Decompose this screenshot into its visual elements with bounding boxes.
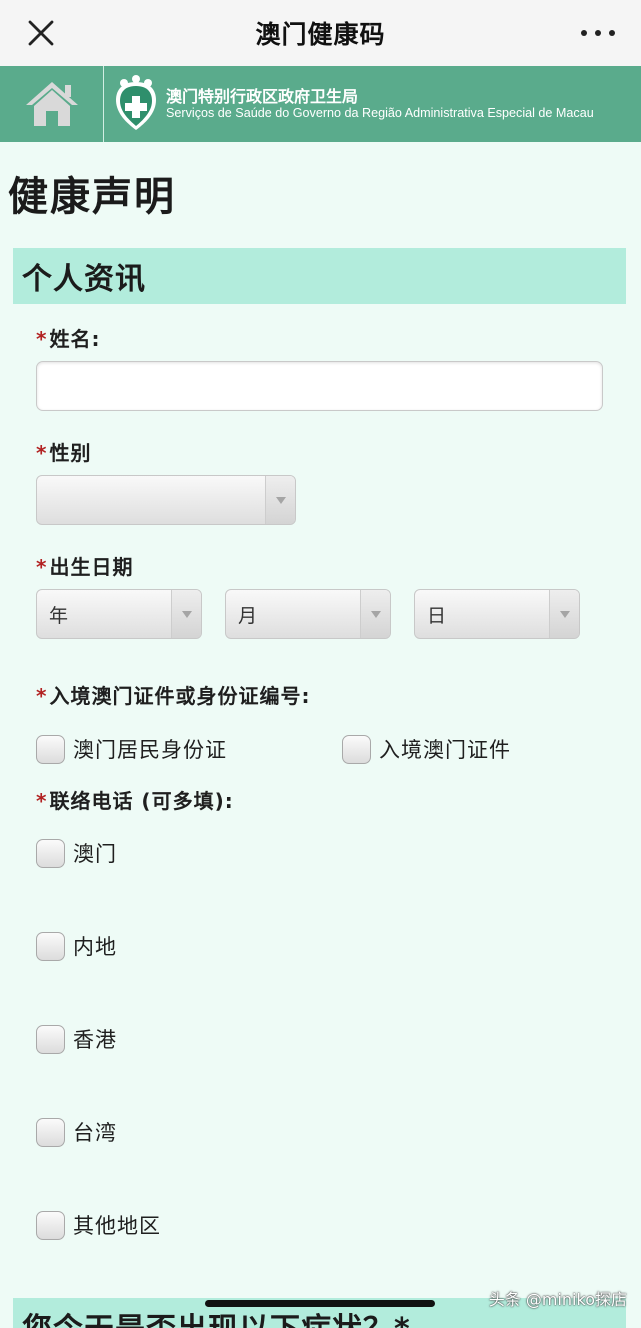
required-marker: * bbox=[36, 789, 48, 813]
birth-day-select[interactable]: 日 bbox=[414, 589, 580, 639]
government-header: 澳门特别行政区政府卫生局 Serviços de Saúde do Govern… bbox=[0, 66, 641, 142]
name-label: * 姓名: bbox=[36, 323, 100, 352]
checkbox[interactable] bbox=[36, 838, 65, 868]
health-bureau-emblem-icon bbox=[112, 74, 160, 134]
gender-label: * 性别 bbox=[36, 437, 91, 466]
checkbox-phone-mainland[interactable]: 内地 bbox=[36, 931, 117, 961]
checkbox[interactable] bbox=[36, 931, 65, 961]
required-marker: * bbox=[36, 327, 48, 351]
id-document-label: * 入境澳门证件或身份证编号: bbox=[36, 680, 310, 709]
required-marker: * bbox=[36, 555, 48, 579]
checkbox[interactable] bbox=[36, 1117, 65, 1147]
birth-month-value: 月 bbox=[238, 604, 258, 627]
checkbox-label: 入境澳门证件 bbox=[379, 738, 511, 762]
birthdate-label-text: 出生日期 bbox=[49, 555, 134, 579]
checkbox[interactable] bbox=[36, 1210, 65, 1240]
checkbox-label: 澳门居民身份证 bbox=[73, 738, 227, 762]
birth-month-select[interactable]: 月 bbox=[225, 589, 391, 639]
checkbox-label: 台湾 bbox=[73, 1121, 117, 1145]
gender-select[interactable] bbox=[36, 475, 296, 525]
checkbox[interactable] bbox=[36, 734, 65, 764]
gender-label-text: 性别 bbox=[49, 441, 92, 465]
section-symptoms-title: 您今天是否出现以下症状？* bbox=[22, 1304, 411, 1328]
top-app-bar: 澳门健康码 bbox=[0, 0, 641, 66]
required-marker: * bbox=[36, 684, 48, 708]
chevron-down-icon bbox=[549, 590, 579, 638]
watermark: 头条 @miniko探店 bbox=[488, 1290, 627, 1309]
bureau-name-portuguese: Serviços de Saúde do Governo da Região A… bbox=[166, 105, 594, 120]
phone-label: * 联络电话 (可多填): bbox=[36, 785, 234, 814]
birth-year-value: 年 bbox=[49, 604, 69, 627]
birthdate-label: * 出生日期 bbox=[36, 551, 133, 580]
home-indicator[interactable] bbox=[205, 1300, 435, 1307]
close-icon[interactable] bbox=[22, 14, 60, 52]
section-personal-info-header: 个人资讯 bbox=[13, 248, 626, 304]
checkbox-phone-taiwan[interactable]: 台湾 bbox=[36, 1117, 117, 1147]
bureau-name-chinese: 澳门特别行政区政府卫生局 bbox=[166, 86, 359, 106]
checkbox-phone-macau[interactable]: 澳门 bbox=[36, 838, 117, 868]
checkbox[interactable] bbox=[342, 734, 371, 764]
name-input[interactable] bbox=[36, 361, 603, 411]
required-marker: * bbox=[36, 441, 48, 465]
id-document-label-text: 入境澳门证件或身份证编号: bbox=[49, 684, 311, 708]
home-icon[interactable] bbox=[0, 66, 104, 142]
checkbox-macau-resident-id[interactable]: 澳门居民身份证 bbox=[36, 734, 227, 764]
checkbox-label: 香港 bbox=[73, 1028, 117, 1052]
page-title: 健康声明 bbox=[8, 174, 176, 220]
checkbox-phone-other-region[interactable]: 其他地区 bbox=[36, 1210, 161, 1240]
chevron-down-icon bbox=[360, 590, 390, 638]
checkbox-label: 澳门 bbox=[73, 842, 117, 866]
checkbox-label: 内地 bbox=[73, 935, 117, 959]
name-label-text: 姓名: bbox=[49, 327, 101, 351]
chevron-down-icon bbox=[265, 476, 295, 524]
checkbox-phone-hong-kong[interactable]: 香港 bbox=[36, 1024, 117, 1054]
checkbox-label: 其他地区 bbox=[73, 1214, 161, 1238]
chevron-down-icon bbox=[171, 590, 201, 638]
more-icon[interactable] bbox=[581, 22, 615, 44]
checkbox-macau-entry-document[interactable]: 入境澳门证件 bbox=[342, 734, 511, 764]
government-names: 澳门特别行政区政府卫生局 Serviços de Saúde do Govern… bbox=[166, 86, 594, 121]
checkbox[interactable] bbox=[36, 1024, 65, 1054]
app-title: 澳门健康码 bbox=[255, 20, 386, 49]
phone-label-text: 联络电话 (可多填): bbox=[49, 789, 234, 813]
birth-year-select[interactable]: 年 bbox=[36, 589, 202, 639]
birth-day-value: 日 bbox=[427, 604, 447, 627]
